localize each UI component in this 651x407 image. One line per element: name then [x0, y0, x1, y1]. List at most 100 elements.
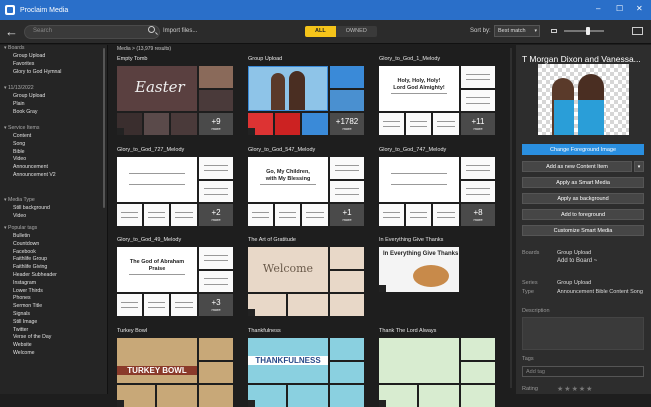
description-field[interactable]: [522, 317, 644, 350]
panel-button-2[interactable]: Apply as Smart Media: [522, 177, 644, 188]
media-card-subthumb[interactable]: [248, 204, 273, 226]
sidebar-item[interactable]: Lower Thirds: [13, 288, 43, 294]
media-card-subthumb[interactable]: [144, 294, 169, 316]
media-card[interactable]: Glory_to_God_727_Melody +2 more: [117, 147, 235, 226]
sidebar-item[interactable]: Favorites: [13, 61, 34, 67]
panel-button-1[interactable]: Add as new Content Item: [522, 161, 632, 172]
sidebar-item[interactable]: Announcement V2: [13, 172, 56, 178]
media-card-subthumb[interactable]: [199, 247, 233, 269]
close-icon[interactable]: ✕: [636, 4, 643, 13]
media-card-subthumb[interactable]: [461, 157, 495, 179]
media-card-subthumb[interactable]: [330, 338, 364, 360]
rating-star-icon[interactable]: ★: [586, 386, 593, 393]
media-card-thumbnail[interactable]: Welcome: [248, 247, 328, 292]
import-files-button[interactable]: Import files...: [163, 28, 197, 34]
sidebar-item[interactable]: Header Subheader: [13, 272, 57, 278]
media-card-subthumb[interactable]: [288, 294, 328, 316]
media-card[interactable]: Turkey Bowl TURKEY BOWL: [117, 328, 235, 407]
media-card-subthumb[interactable]: [406, 204, 431, 226]
add-icon[interactable]: [117, 400, 124, 407]
add-icon[interactable]: [379, 400, 386, 407]
media-card[interactable]: In Everything Give Thanks In Everything G…: [379, 237, 497, 292]
add-tag-input[interactable]: Add tag: [522, 366, 644, 377]
sidebar-scrollbar[interactable]: [103, 48, 105, 208]
media-card-subthumb[interactable]: [144, 113, 169, 135]
sidebar-item[interactable]: Group Upload: [13, 53, 45, 59]
media-card-subthumb[interactable]: [302, 113, 328, 135]
media-card-thumbnail[interactable]: TURKEY BOWL: [117, 338, 197, 383]
media-card-subthumb[interactable]: [461, 66, 495, 88]
panel-button-3[interactable]: Apply as background: [522, 193, 644, 204]
media-card-subthumb[interactable]: [171, 113, 197, 135]
media-card-thumbnail[interactable]: THANKFULNESS: [248, 338, 328, 383]
media-card-subthumb[interactable]: [330, 157, 364, 179]
media-card-subthumb[interactable]: [419, 385, 459, 407]
sidebar-item[interactable]: Welcome: [13, 350, 35, 356]
media-card-thumbnail[interactable]: [248, 66, 328, 111]
media-card-subthumb[interactable]: [275, 204, 300, 226]
sidebar-item[interactable]: Group Upload: [13, 93, 45, 99]
content-item-dropdown-button[interactable]: ▾: [634, 161, 644, 172]
media-card-subthumb[interactable]: [433, 204, 459, 226]
add-icon[interactable]: [248, 400, 255, 407]
add-icon[interactable]: [379, 285, 386, 292]
grid-scrollbar[interactable]: [510, 48, 512, 388]
thumbnail-size-slider[interactable]: [564, 27, 604, 35]
media-card[interactable]: Glory_to_God_1_Melody Holy, Holy, Holy! L…: [379, 56, 497, 135]
media-card-subthumb[interactable]: [199, 66, 233, 88]
media-card-thumbnail[interactable]: The God of Abraham Praise: [117, 247, 197, 292]
media-card-subthumb[interactable]: [330, 294, 364, 316]
media-card[interactable]: Empty Tomb Easter +9 more: [117, 56, 235, 135]
media-card-subthumb[interactable]: [330, 271, 364, 292]
sidebar-item[interactable]: Facebook: [13, 249, 36, 255]
sidebar-item[interactable]: Instagram: [13, 280, 36, 286]
media-card-subthumb[interactable]: [199, 271, 233, 292]
media-card-thumbnail[interactable]: Holy, Holy, Holy! Lord God Almighty!: [379, 66, 459, 111]
media-card-subthumb[interactable]: [330, 385, 364, 407]
slider-knob[interactable]: [586, 27, 590, 35]
media-card-subthumb[interactable]: [199, 385, 233, 407]
media-card[interactable]: Glory_to_God_747_Melody +8 more: [379, 147, 497, 226]
media-card-subthumb[interactable]: [330, 90, 364, 111]
panel-button-0[interactable]: Change Foreground Image: [522, 144, 644, 155]
media-card-subthumb[interactable]: [406, 113, 431, 135]
minimize-icon[interactable]: –: [596, 4, 600, 13]
media-card-subthumb[interactable]: [199, 362, 233, 383]
sidebar-section-3[interactable]: ▾ Media Type: [4, 197, 35, 203]
sidebar-item[interactable]: Faithlife Giving: [13, 264, 47, 270]
media-card-thumbnail[interactable]: Go, My Children, with My Blessing: [248, 157, 328, 202]
add-to-board-link[interactable]: Add to Board ~: [557, 258, 597, 264]
media-card-more-overlay[interactable]: +1 more: [330, 204, 364, 226]
back-arrow-icon[interactable]: ←: [5, 24, 18, 39]
sidebar-item[interactable]: Song: [13, 141, 25, 147]
sidebar-section-0[interactable]: ▾ Boards: [4, 45, 24, 51]
media-card-more-overlay[interactable]: +1782 more: [330, 113, 364, 135]
panel-button-4[interactable]: Add to foreground: [522, 209, 644, 220]
filter-all-button[interactable]: ALL: [305, 26, 336, 37]
media-card-subthumb[interactable]: [461, 338, 495, 360]
sidebar-item[interactable]: Announcement: [13, 164, 48, 170]
media-card-more-overlay[interactable]: +11 more: [461, 113, 495, 135]
media-card-more-overlay[interactable]: +9 more: [199, 113, 233, 135]
media-card-subthumb[interactable]: [157, 385, 197, 407]
media-card-subthumb[interactable]: [330, 66, 364, 88]
media-card-subthumb[interactable]: [171, 204, 197, 226]
media-card-more-overlay[interactable]: +2 more: [199, 204, 233, 226]
rating-stars[interactable]: ★★★★★: [557, 385, 593, 393]
sidebar-item[interactable]: Still background: [13, 205, 50, 211]
sidebar-section-4[interactable]: ▾ Popular tags: [4, 225, 37, 231]
media-card[interactable]: The Art of Gratitude Welcome: [248, 237, 366, 316]
media-card-subthumb[interactable]: [379, 204, 404, 226]
media-card-subthumb[interactable]: [330, 247, 364, 269]
sidebar-item[interactable]: Bible: [13, 149, 25, 155]
media-card-subthumb[interactable]: [199, 338, 233, 360]
media-card[interactable]: Glory_to_God_49_Melody The God of Abraham…: [117, 237, 235, 316]
media-card-subthumb[interactable]: [461, 90, 495, 111]
sidebar-item[interactable]: Content: [13, 133, 31, 139]
media-card[interactable]: Thankfulness THANKFULNESS: [248, 328, 366, 407]
media-card-subthumb[interactable]: [117, 204, 142, 226]
media-card-subthumb[interactable]: [199, 181, 233, 202]
media-card[interactable]: Glory_to_God_547_Melody Go, My Children, …: [248, 147, 366, 226]
media-card-subthumb[interactable]: [302, 204, 328, 226]
media-card-subthumb[interactable]: [461, 385, 495, 407]
